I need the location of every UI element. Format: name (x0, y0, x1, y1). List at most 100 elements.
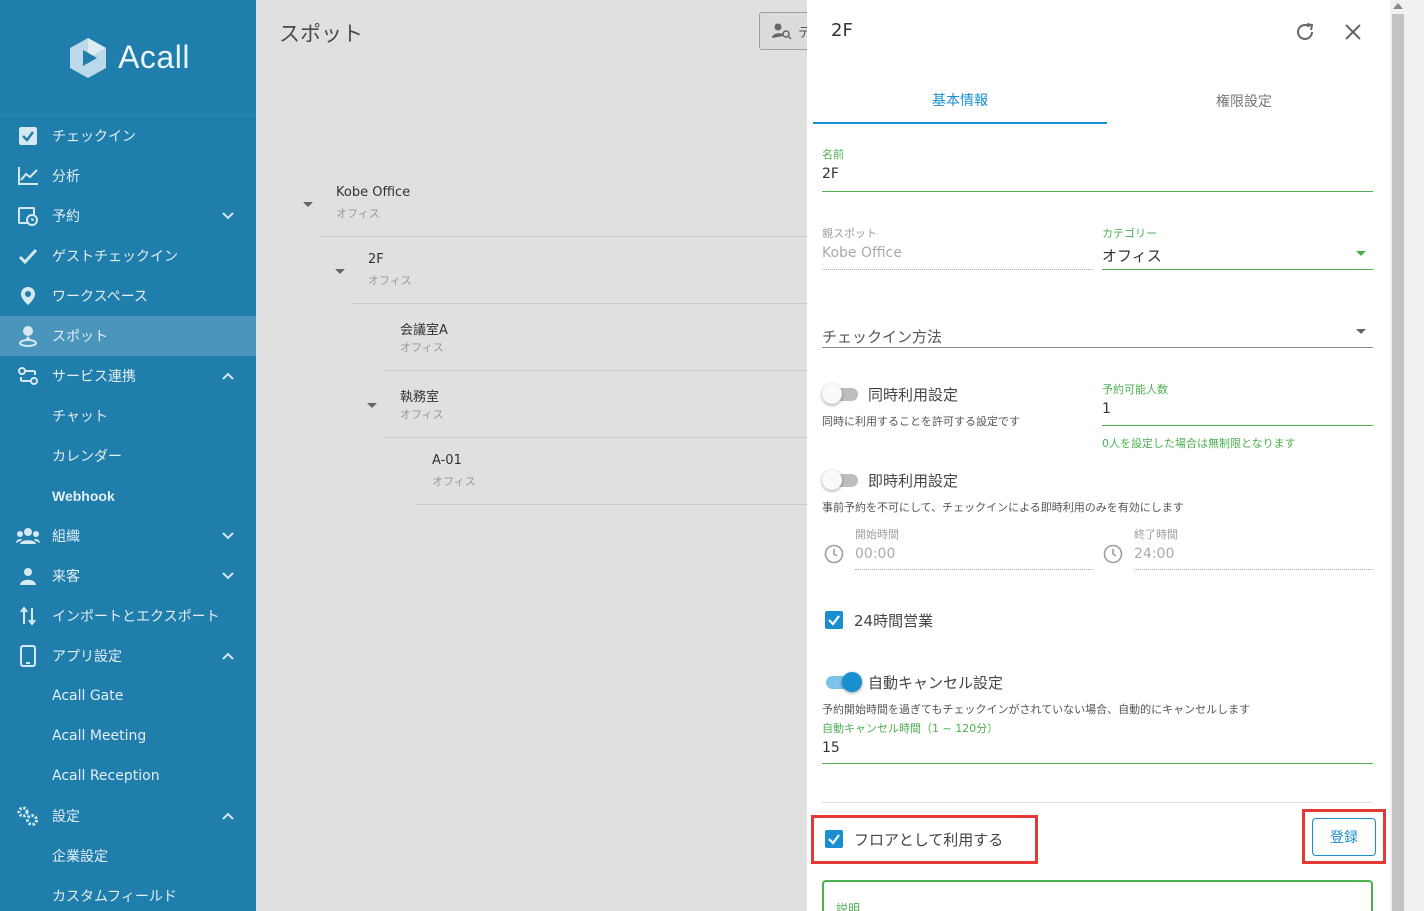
spot-type: オフィス (400, 408, 444, 421)
concurrent-use-toggle[interactable] (822, 384, 860, 404)
sidebar-item-checkin[interactable]: チェックイン (0, 116, 256, 156)
chevron-up-icon (222, 652, 234, 660)
sidebar-item-import-export[interactable]: インポートとエクスポート (0, 596, 256, 636)
auto-cancel-help: 予約開始時間を過ぎてもチェックインがされていない場合、自動的にキャンセルします (822, 703, 1251, 716)
category-underline (1102, 269, 1373, 270)
sidebar-item-label: サービス連携 (52, 369, 136, 385)
sidebar-subitem-chat[interactable]: チャット (0, 396, 256, 436)
description-label: 説明 (836, 902, 861, 911)
description-field[interactable]: 説明 (822, 880, 1373, 911)
sidebar-item-reservation[interactable]: 予約 (0, 196, 256, 236)
name-field[interactable]: 名前 2F (822, 146, 1373, 182)
divider (822, 802, 1373, 803)
sidebar-item-guest-checkin[interactable]: ゲストチェックイン (0, 236, 256, 276)
integration-icon (16, 364, 40, 388)
instant-use-toggle[interactable] (822, 470, 860, 490)
capacity-field[interactable]: 予約可能人数 1 (1102, 381, 1373, 417)
sidebar-item-label: ゲストチェックイン (52, 249, 178, 265)
capacity-underline (1102, 425, 1373, 426)
search-button-label: テ (798, 22, 807, 41)
sidebar-subitem-acall-reception[interactable]: Acall Reception (0, 756, 256, 796)
category-select[interactable]: カテゴリー オフィス (1102, 225, 1373, 266)
allday-checkbox[interactable] (825, 611, 843, 629)
spot-type: オフィス (400, 341, 444, 354)
sidebar-item-label: アプリ設定 (52, 649, 122, 665)
end-time-field: 終了時間 24:00 (1134, 526, 1373, 562)
sidebar-item-service-integration[interactable]: サービス連携 (0, 356, 256, 396)
tree-row[interactable]: 会議室A オフィス (384, 305, 807, 371)
expand-caret-icon[interactable] (335, 269, 345, 274)
dropdown-arrow-icon[interactable] (1356, 251, 1366, 256)
tree-row[interactable]: Kobe Office オフィス (319, 171, 807, 237)
checkin-underline (822, 347, 1373, 348)
use-as-floor-checkbox[interactable] (825, 830, 843, 848)
sidebar-item-analytics[interactable]: 分析 (0, 156, 256, 196)
start-time-field: 開始時間 00:00 (855, 526, 1093, 562)
scroll-up-arrow-icon[interactable] (1393, 3, 1403, 9)
expand-caret-icon[interactable] (303, 202, 313, 207)
check-icon (16, 244, 40, 268)
spot-name: 執務室 (400, 390, 440, 405)
import-export-icon (16, 604, 40, 628)
clock-icon (1103, 544, 1123, 564)
tab-permissions[interactable]: 権限設定 (1097, 78, 1390, 124)
concurrent-use-label: 同時利用設定 (868, 386, 959, 404)
person-search-icon (772, 23, 792, 40)
scrollbar-thumb[interactable] (1392, 14, 1404, 911)
tree-row[interactable]: 執務室 オフィス (384, 372, 807, 438)
tab-basic-info[interactable]: 基本情報 (813, 78, 1107, 124)
checkin-method-select[interactable]: チェックイン方法 (822, 322, 1373, 347)
parent-spot-value: Kobe Office (822, 245, 902, 261)
sidebar-subitem-acall-meeting[interactable]: Acall Meeting (0, 716, 256, 756)
sidebar-item-label: 予約 (52, 209, 80, 225)
sidebar-item-label: 設定 (52, 809, 80, 825)
sidebar-item-visitor[interactable]: 来客 (0, 556, 256, 596)
sidebar-subitem-webhook[interactable]: Webhook (0, 476, 256, 516)
sidebar-subitem-calendar[interactable]: カレンダー (0, 436, 256, 476)
tree-row[interactable]: A-01 オフィス (416, 439, 807, 505)
capacity-value: 1 (1102, 401, 1111, 417)
sidebar-item-settings[interactable]: 設定 (0, 796, 256, 836)
sidebar-subitem-company-settings[interactable]: 企業設定 (0, 836, 256, 876)
name-value: 2F (822, 166, 839, 182)
refresh-icon[interactable] (1293, 20, 1317, 44)
search-button[interactable]: テ (759, 12, 807, 50)
name-underline (822, 191, 1373, 192)
auto-cancel-time-field[interactable]: 自動キャンセル時間（1 ~ 120分） 15 (822, 720, 1373, 756)
sidebar-item-app-settings[interactable]: アプリ設定 (0, 636, 256, 676)
chevron-up-icon (222, 812, 234, 820)
register-button[interactable]: 登録 (1312, 818, 1376, 856)
category-label: カテゴリー (1102, 227, 1157, 240)
start-time-value: 00:00 (855, 546, 896, 562)
spot-name: A-01 (432, 453, 462, 468)
end-time-value: 24:00 (1134, 546, 1175, 562)
dropdown-arrow-icon[interactable] (1356, 329, 1366, 334)
capacity-help: 0人を設定した場合は無制限となります (1102, 437, 1296, 450)
sidebar-item-workspace[interactable]: ワークスペース (0, 276, 256, 316)
map-pin-icon (16, 284, 40, 308)
spot-name: 会議室A (400, 323, 448, 338)
checkin-method-placeholder: チェックイン方法 (822, 328, 943, 346)
clock-icon (824, 544, 844, 564)
sidebar-subitem-acall-gate[interactable]: Acall Gate (0, 676, 256, 716)
tree-row[interactable]: 2F オフィス (351, 238, 807, 304)
sidebar-item-spot[interactable]: スポット (0, 316, 256, 356)
checkmark-icon (828, 834, 840, 845)
chevron-down-icon (222, 572, 234, 580)
expand-caret-icon[interactable] (367, 403, 377, 408)
sidebar: Acall チェックイン 分析 予約 ゲストチェックイン ワークスペース スポッ… (0, 0, 256, 911)
spot-detail-panel: 2F 基本情報 権限設定 名前 2F 親スポット Kobe Office カテゴ… (807, 0, 1390, 911)
sidebar-item-organization[interactable]: 組織 (0, 516, 256, 556)
sidebar-nav: チェックイン 分析 予約 ゲストチェックイン ワークスペース スポット サービス… (0, 116, 256, 911)
auto-cancel-time-label: 自動キャンセル時間（1 ~ 120分） (822, 722, 999, 735)
sidebar-subitem-custom-fields[interactable]: カスタムフィールド (0, 876, 256, 911)
tablet-icon (16, 644, 40, 668)
brand-logo[interactable]: Acall (0, 0, 256, 116)
scrollbar[interactable] (1390, 0, 1424, 911)
auto-cancel-toggle[interactable] (824, 672, 862, 692)
capacity-label: 予約可能人数 (1102, 383, 1168, 396)
sidebar-item-label: チェックイン (52, 129, 136, 145)
close-icon[interactable] (1341, 20, 1365, 44)
app: Acall チェックイン 分析 予約 ゲストチェックイン ワークスペース スポッ… (0, 0, 1424, 911)
chevron-down-icon (222, 532, 234, 540)
